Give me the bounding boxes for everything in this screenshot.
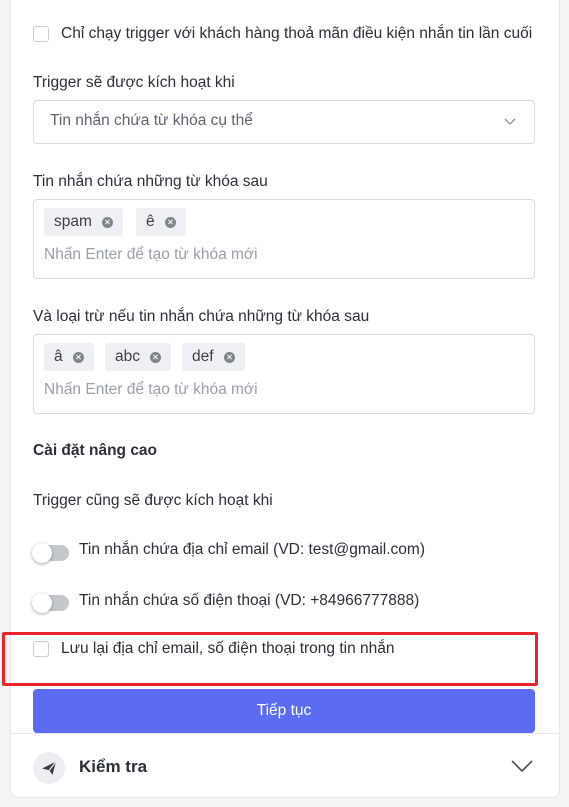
- exclude-keywords-input[interactable]: â abc def Nhấn Enter để tạo từ khóa mới: [33, 334, 535, 414]
- include-keywords-label: Tin nhắn chứa những từ khóa sau: [33, 173, 268, 190]
- phone-toggle[interactable]: [32, 593, 69, 613]
- activation-label: Trigger sẽ được kích hoạt khi: [33, 74, 235, 91]
- keyword-tag: â: [44, 343, 94, 371]
- remove-tag-icon[interactable]: [72, 351, 84, 363]
- toggle-knob: [32, 543, 52, 563]
- chevron-down-icon: [504, 118, 516, 125]
- activation-select-value: Tin nhắn chứa từ khóa cụ thể: [50, 112, 253, 129]
- keyword-tag: abc: [105, 343, 171, 371]
- include-keywords-placeholder: Nhấn Enter để tạo từ khóa mới: [44, 246, 258, 263]
- keyword-tag: ê: [136, 208, 186, 236]
- keyword-tag-label: â: [54, 348, 63, 365]
- last-message-checkbox[interactable]: [33, 26, 49, 42]
- test-section-title: Kiểm tra: [79, 757, 148, 776]
- email-toggle-label: Tin nhắn chứa địa chỉ email (VD: test@gm…: [79, 541, 425, 558]
- exclude-keywords-placeholder: Nhấn Enter để tạo từ khóa mới: [44, 381, 258, 398]
- remove-tag-icon[interactable]: [164, 216, 176, 228]
- remove-tag-icon[interactable]: [223, 351, 235, 363]
- include-keywords-input[interactable]: spam ê Nhấn Enter để tạo từ khóa mới: [33, 199, 535, 279]
- divider: [11, 733, 559, 734]
- send-icon: [33, 752, 65, 784]
- keyword-tag: def: [182, 343, 245, 371]
- toggle-knob: [32, 593, 52, 613]
- continue-button[interactable]: Tiếp tục: [33, 689, 535, 733]
- chevron-down-icon[interactable]: [511, 759, 533, 773]
- exclude-keywords-label: Và loại trừ nếu tin nhắn chứa những từ k…: [33, 308, 370, 325]
- keyword-tag-label: def: [192, 348, 214, 365]
- also-trigger-label: Trigger cũng sẽ được kích hoạt khi: [33, 492, 273, 509]
- email-toggle[interactable]: [32, 543, 69, 563]
- keyword-tag: spam: [44, 208, 123, 236]
- last-message-checkbox-label: Chỉ chạy trigger với khách hàng thoả mãn…: [61, 25, 533, 42]
- remove-tag-icon[interactable]: [101, 216, 113, 228]
- activation-select[interactable]: Tin nhắn chứa từ khóa cụ thể: [33, 100, 535, 144]
- phone-toggle-label: Tin nhắn chứa số điện thoại (VD: +849667…: [79, 592, 420, 609]
- advanced-settings-heading: Cài đặt nâng cao: [33, 442, 158, 459]
- keyword-tag-label: spam: [54, 213, 92, 230]
- remove-tag-icon[interactable]: [150, 351, 161, 363]
- highlight-box: [2, 632, 538, 686]
- keyword-tag-label: ê: [146, 213, 155, 230]
- keyword-tag-label: abc: [115, 348, 140, 365]
